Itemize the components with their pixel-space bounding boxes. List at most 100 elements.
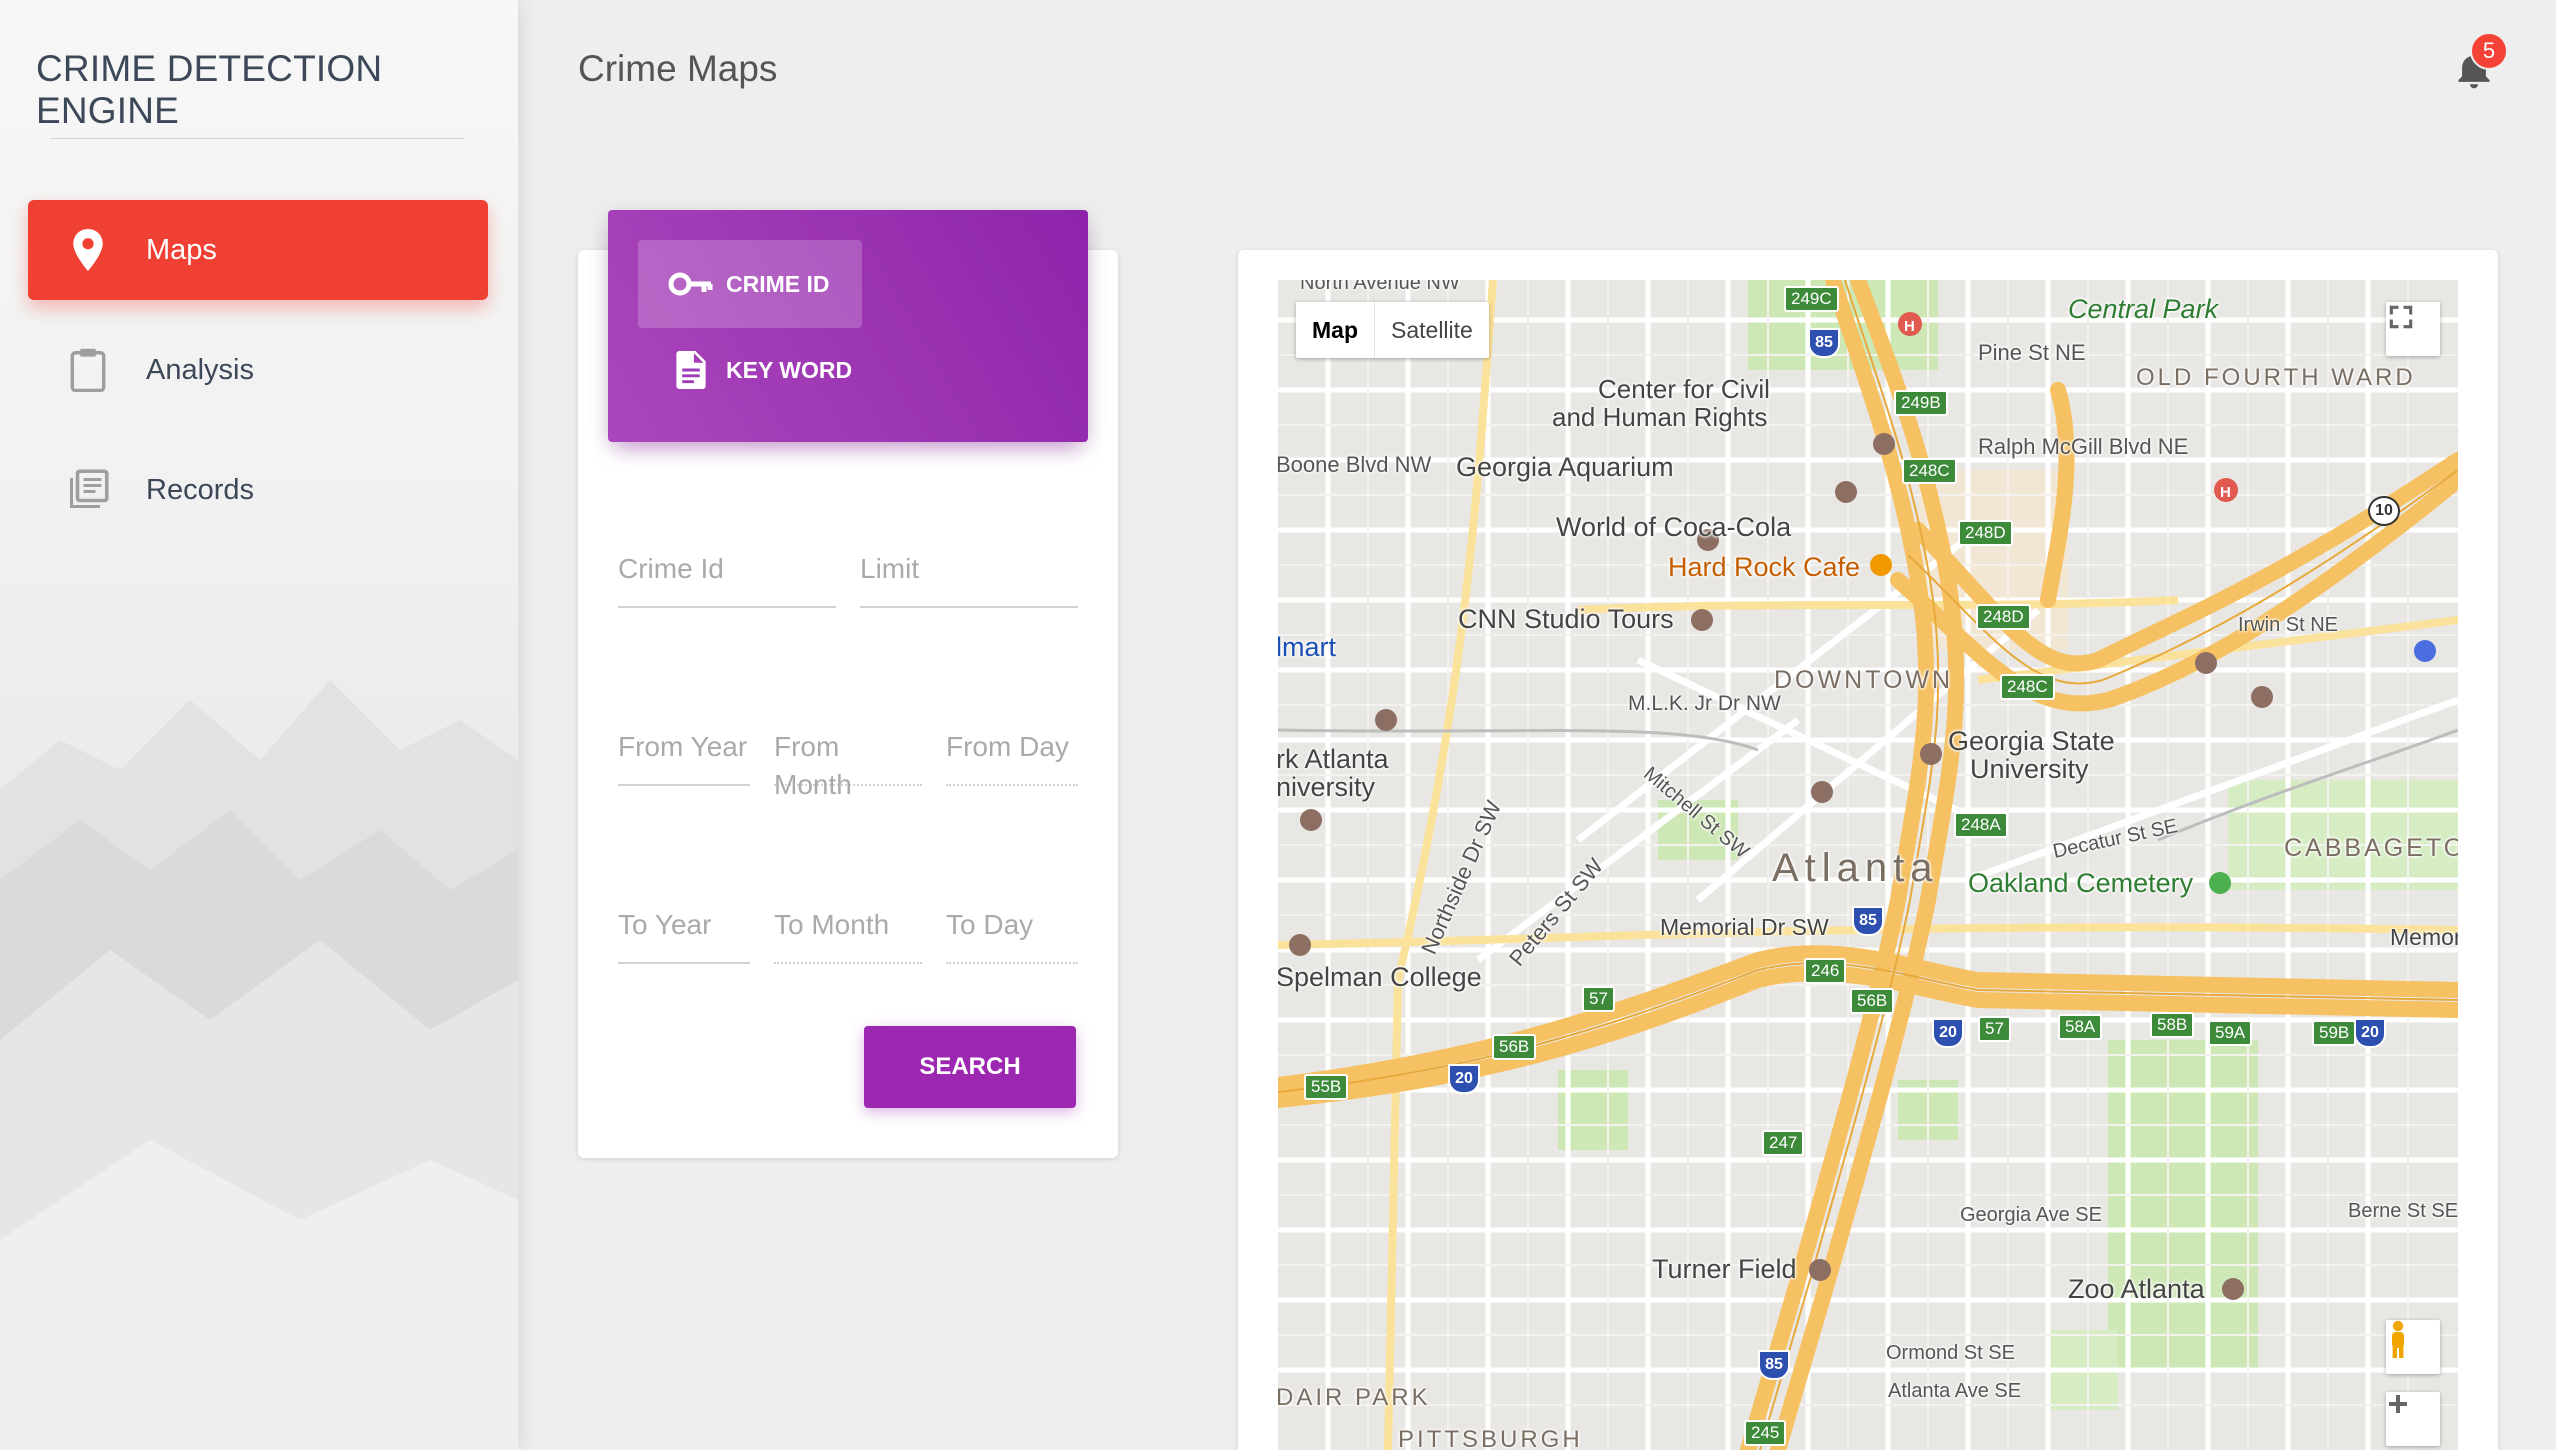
to-year-placeholder: To Year <box>618 909 712 940</box>
svg-text:H: H <box>1904 318 1915 335</box>
crime-id-placeholder: Crime Id <box>618 553 724 584</box>
map-label: Irwin St NE <box>2238 614 2339 636</box>
map-type-satellite-button[interactable]: Satellite <box>1375 302 1489 358</box>
search-tab-header: CRIME ID KEY WORD <box>608 210 1088 442</box>
map-label: Georgia Aquarium <box>1456 452 1674 482</box>
exit-shield: 246 <box>1804 958 1847 984</box>
map-label: Ormond St SE <box>1886 1342 2015 1364</box>
exit-shield: 59A <box>2208 1020 2253 1046</box>
search-button[interactable]: SEARCH <box>864 1026 1076 1108</box>
interstate-shield: 85 <box>1758 1350 1790 1380</box>
map-label: Georgia State <box>1948 726 2115 756</box>
location-pin-icon <box>58 229 118 271</box>
exit-shield: 248C <box>2000 674 2055 700</box>
interstate-shield: 20 <box>1932 1018 1964 1048</box>
exit-shield: 58A <box>2058 1014 2103 1040</box>
map-label: and Human Rights <box>1552 402 1768 432</box>
map-label: Boone Blvd NW <box>1278 452 1432 477</box>
exit-shield: 59B <box>2312 1020 2357 1046</box>
exit-shield: 57 <box>1978 1016 2011 1042</box>
interstate-shield: 85 <box>1852 906 1884 936</box>
from-year-placeholder: From Year <box>618 731 748 762</box>
to-year-select[interactable]: To Year <box>618 880 750 964</box>
sidebar-item-records[interactable]: Records <box>28 440 488 540</box>
from-month-placeholder: From Month <box>774 731 852 800</box>
interstate-shield: 20 <box>1448 1064 1480 1094</box>
app-brand: CRIME DETECTION ENGINE <box>36 48 383 131</box>
map-label: North Avenue NW <box>1300 280 1460 294</box>
notification-count-badge: 5 <box>2470 32 2508 70</box>
exit-shield: 57 <box>1582 986 1615 1012</box>
to-day-placeholder: To Day <box>946 909 1034 940</box>
to-month-select[interactable]: To Month <box>774 880 922 964</box>
exit-shield: 249B <box>1894 390 1948 416</box>
sidebar-item-label: Records <box>146 473 254 506</box>
map-label: Georgia Ave SE <box>1960 1204 2102 1226</box>
map-type-control: Map Satellite <box>1296 302 1489 358</box>
from-year-select[interactable]: From Year <box>618 702 750 786</box>
tab-crime-id[interactable]: CRIME ID <box>638 240 862 328</box>
fullscreen-icon[interactable] <box>2386 302 2440 356</box>
map-label: Zoo Atlanta <box>2068 1274 2205 1304</box>
street-view-pegman-icon[interactable] <box>2386 1320 2440 1374</box>
map-label: CABBAGETO <box>2284 834 2458 862</box>
exit-shield: 248D <box>1958 520 2013 546</box>
interstate-shield: 85 <box>1808 328 1840 358</box>
map-label: Ralph McGill Blvd NE <box>1978 434 2189 459</box>
sidebar-item-label: Maps <box>146 233 217 266</box>
map-label: Spelman College <box>1278 962 1482 992</box>
map-label: M.L.K. Jr Dr NW <box>1628 692 1781 715</box>
exit-shield: 58B <box>2150 1012 2195 1038</box>
map-label: Hard Rock Cafe <box>1668 552 1861 582</box>
exit-shield: 56B <box>1492 1034 1537 1060</box>
exit-shield: 56B <box>1850 988 1895 1014</box>
to-day-select[interactable]: To Day <box>946 880 1078 964</box>
map-label: DAIR PARK <box>1278 1384 1431 1411</box>
exit-shield: 55B <box>1304 1074 1349 1100</box>
sidebar-item-label: Analysis <box>146 353 254 386</box>
crime-map[interactable]: H H Map Satellite North Avenue NW Centra… <box>1278 280 2458 1450</box>
to-month-placeholder: To Month <box>774 909 890 940</box>
map-label: CNN Studio Tours <box>1458 604 1674 634</box>
interstate-shield: 10 <box>2368 496 2400 526</box>
exit-shield: 245 <box>1744 1420 1787 1446</box>
map-label: Memor <box>2390 924 2458 950</box>
crime-id-input[interactable]: Crime Id <box>618 524 836 608</box>
tab-label: KEY WORD <box>726 356 853 383</box>
map-label: OLD FOURTH WARD <box>2136 364 2416 391</box>
sidebar: CRIME DETECTION ENGINE Maps Analysis Rec… <box>0 0 518 1450</box>
library-books-icon <box>58 469 118 511</box>
map-label: Memorial Dr SW <box>1660 914 1829 940</box>
map-label: DOWNTOWN <box>1774 666 1954 694</box>
from-day-select[interactable]: From Day <box>946 702 1078 786</box>
from-day-placeholder: From Day <box>946 731 1069 762</box>
map-label: lmart <box>1278 632 1336 662</box>
document-icon <box>666 351 716 389</box>
interstate-shield: 20 <box>2354 1018 2386 1048</box>
exit-shield: 248C <box>1902 458 1957 484</box>
exit-shield: 248D <box>1976 604 2031 630</box>
map-label: Pine St NE <box>1978 340 2086 365</box>
map-label: Oakland Cemetery <box>1968 868 2194 898</box>
map-type-map-button[interactable]: Map <box>1296 302 1375 358</box>
sidebar-item-analysis[interactable]: Analysis <box>28 320 488 420</box>
tab-key-word[interactable]: KEY WORD <box>638 326 862 414</box>
map-label: Atlanta Ave SE <box>1888 1380 2022 1402</box>
brand-divider <box>50 138 465 139</box>
key-icon <box>666 271 716 297</box>
from-month-select[interactable]: From Month <box>774 702 922 800</box>
map-label: University <box>1970 754 2089 784</box>
sidebar-item-maps[interactable]: Maps <box>28 200 488 300</box>
zoom-in-icon[interactable] <box>2386 1392 2440 1446</box>
page-title: Crime Maps <box>578 48 778 89</box>
tab-label: CRIME ID <box>726 270 830 297</box>
limit-input[interactable]: Limit <box>860 524 1078 608</box>
exit-shield: 249C <box>1784 286 1839 312</box>
map-label: rk Atlanta <box>1278 744 1389 774</box>
exit-shield: 247 <box>1762 1130 1805 1156</box>
map-label: Berne St SE <box>2348 1200 2458 1222</box>
map-label: Atlanta <box>1772 846 1939 890</box>
limit-placeholder: Limit <box>860 553 920 584</box>
svg-text:H: H <box>2220 484 2231 501</box>
map-label: Center for Civil <box>1598 374 1770 404</box>
